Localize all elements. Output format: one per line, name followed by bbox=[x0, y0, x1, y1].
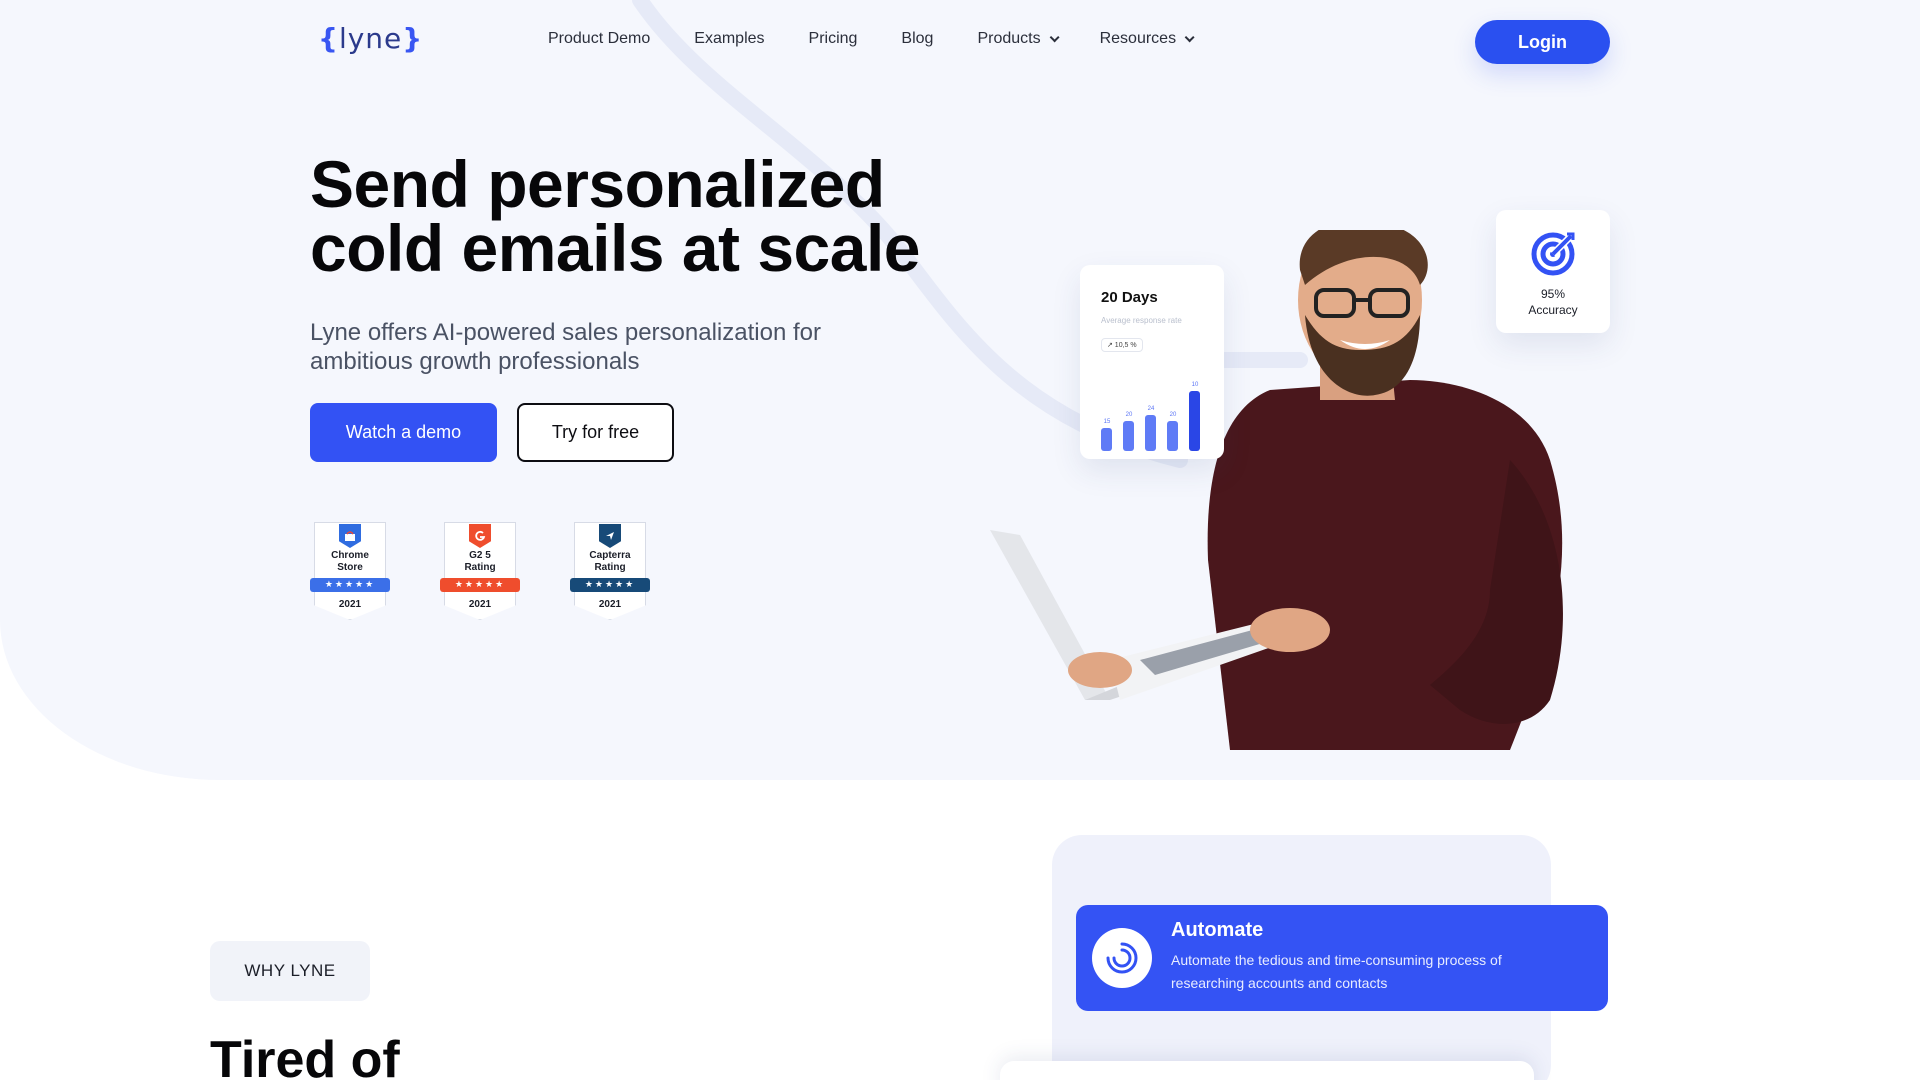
chrome-store-badge: Chrome Store ★★★★★ 2021 bbox=[310, 520, 390, 624]
hero-title: Send personalized cold emails at scale bbox=[310, 147, 921, 285]
feature-icon-circle bbox=[1092, 928, 1152, 988]
accuracy-card: 95% Accuracy bbox=[1496, 210, 1610, 333]
badge-year: 2021 bbox=[338, 599, 362, 610]
stat-bar bbox=[1145, 415, 1156, 451]
badge-label-line-1: Capterra bbox=[589, 550, 631, 561]
chevron-down-icon bbox=[1049, 31, 1060, 42]
nav-link-blog[interactable]: Blog bbox=[901, 30, 933, 48]
feature-card-automate[interactable]: Automate Automate the tedious and time-c… bbox=[1076, 905, 1608, 1011]
capterra-rating-badge: Capterra Rating ★★★★★ 2021 bbox=[570, 520, 650, 624]
lyne-logo[interactable]: {lyne} bbox=[318, 22, 423, 55]
stat-bar bbox=[1167, 421, 1178, 451]
top-navigation: {lyne} Product Demo Examples Pricing Blo… bbox=[0, 0, 1920, 84]
badge-label-line-2: Rating bbox=[594, 562, 626, 573]
target-icon bbox=[1531, 232, 1575, 276]
stat-bar-label: 10 bbox=[1191, 382, 1199, 388]
accuracy-value: 95% bbox=[1540, 287, 1566, 301]
stat-bar bbox=[1189, 391, 1200, 451]
watch-demo-button[interactable]: Watch a demo bbox=[310, 403, 497, 462]
response-stats-card: 20 Days Average response rate ↗ 10,5 % 1… bbox=[1080, 265, 1224, 459]
badge-year: 2021 bbox=[468, 599, 492, 610]
stat-card-change-pill: ↗ 10,5 % bbox=[1101, 338, 1143, 352]
stat-bar-label: 24 bbox=[1147, 406, 1155, 412]
stat-card-caption: Average response rate bbox=[1101, 316, 1182, 325]
nav-link-examples[interactable]: Examples bbox=[694, 30, 764, 48]
badge-stars: ★★★★★ bbox=[440, 578, 520, 592]
badge-label-line-2: Rating bbox=[464, 562, 496, 573]
nav-dropdown-resources[interactable]: Resources bbox=[1099, 30, 1195, 48]
chevron-down-icon bbox=[1184, 31, 1195, 42]
stat-card-bar-chart: 15 20 24 20 10 bbox=[1101, 365, 1211, 451]
accuracy-label: Accuracy bbox=[1528, 303, 1578, 317]
nav-dropdown-resources-label: Resources bbox=[1099, 30, 1177, 47]
spinner-icon bbox=[1106, 942, 1138, 974]
stat-bar bbox=[1123, 421, 1134, 451]
nav-dropdown-products-label: Products bbox=[977, 30, 1041, 47]
badge-label-line-1: G2 5 bbox=[469, 550, 491, 561]
section-heading: Tired of bbox=[210, 1031, 400, 1080]
feature-description: Automate the tedious and time-consuming … bbox=[1171, 952, 1502, 991]
badge-label-line-1: Chrome bbox=[331, 550, 369, 561]
badge-stars: ★★★★★ bbox=[570, 578, 650, 592]
nav-links: Product Demo Examples Pricing Blog Produ… bbox=[548, 30, 1235, 48]
badge-stars: ★★★★★ bbox=[310, 578, 390, 592]
hero-subtitle: Lyne offers AI-powered sales personaliza… bbox=[310, 319, 821, 375]
next-feature-card[interactable] bbox=[1000, 1061, 1534, 1080]
g2-rating-badge: G2 5 Rating ★★★★★ 2021 bbox=[440, 520, 520, 624]
stat-bar-label: 20 bbox=[1169, 412, 1177, 418]
stat-bar bbox=[1101, 428, 1112, 451]
stat-card-title: 20 Days bbox=[1101, 289, 1158, 306]
feature-title: Automate bbox=[1171, 919, 1264, 941]
nav-link-product-demo[interactable]: Product Demo bbox=[548, 30, 650, 48]
stat-bar-label: 15 bbox=[1103, 419, 1111, 425]
logo-text: lyne bbox=[338, 22, 403, 55]
badge-year: 2021 bbox=[598, 599, 622, 610]
why-lyne-tag: WHY LYNE bbox=[210, 941, 370, 1001]
stat-bar-label: 20 bbox=[1125, 412, 1133, 418]
hero-background bbox=[0, 0, 1920, 780]
login-button[interactable]: Login bbox=[1475, 20, 1610, 64]
badge-label-line-2: Store bbox=[337, 562, 363, 573]
nav-dropdown-products[interactable]: Products bbox=[977, 30, 1060, 48]
try-free-button[interactable]: Try for free bbox=[517, 403, 674, 462]
nav-link-pricing[interactable]: Pricing bbox=[809, 30, 858, 48]
